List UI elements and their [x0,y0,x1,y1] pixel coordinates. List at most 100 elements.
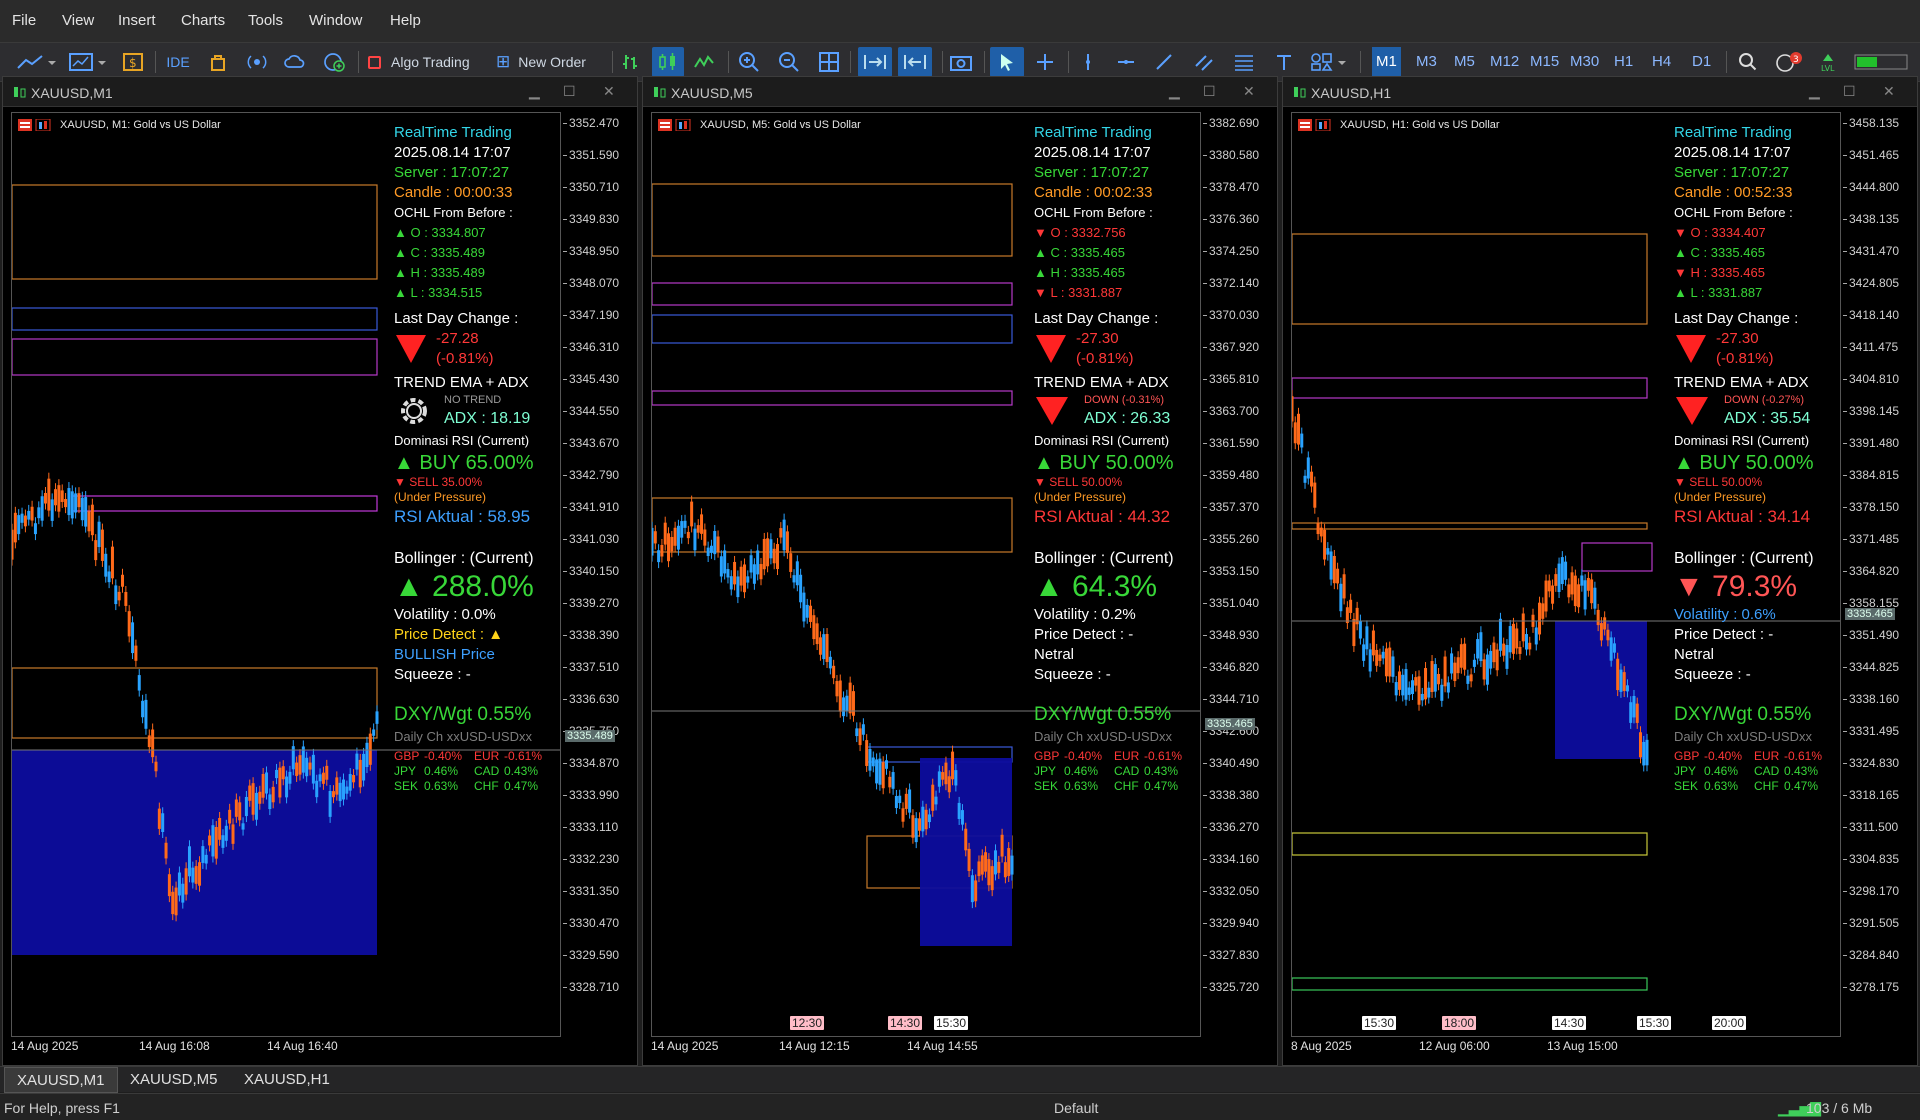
candle [1010,855,1014,875]
algo-trading-button[interactable]: Algo Trading [368,47,508,77]
zoom-in-icon[interactable] [736,47,762,77]
menu-window[interactable]: Window [309,12,362,29]
menu-view[interactable]: View [62,12,94,29]
candle [1000,834,1004,857]
zoom-out-icon[interactable] [776,47,802,77]
line-chart-icon[interactable] [690,47,718,77]
candle [1590,579,1594,604]
timeframe-m3[interactable]: M3 [1412,47,1441,77]
window-titlebar[interactable]: XAUUSD,H1 ▁ ☐ ✕ [1283,77,1917,107]
dollar-icon[interactable]: $ [120,47,146,77]
crosshair-icon[interactable] [1030,47,1060,77]
window-titlebar[interactable]: XAUUSD,M1 ▁ ☐ ✕ [3,77,637,107]
vertical-line-icon[interactable] [1074,47,1102,77]
bar-chart-icon[interactable] [618,47,644,77]
menu-help[interactable]: Help [390,12,421,29]
close-icon[interactable]: ✕ [1243,83,1255,100]
chart-shift-icon[interactable] [898,47,932,77]
chart-type-icon[interactable] [14,47,58,77]
signal-strength-icon: LVL [1814,47,1842,77]
price-tick: 3324.830 [1842,756,1900,770]
maximize-icon[interactable]: ☐ [563,83,576,100]
time-label: 13 Aug 15:00 [1547,1039,1618,1053]
timeframe-m15[interactable]: M15 [1526,47,1563,77]
timeframe-d1[interactable]: D1 [1688,47,1715,77]
menu-charts[interactable]: Charts [181,12,225,29]
menu-file[interactable]: File [12,12,36,29]
last-day-title: Last Day Change : [1674,310,1799,327]
price-axis[interactable]: 3382.690 3380.580 3378.470 3376.360 3374.250… [1202,112,1265,1037]
menu-insert[interactable]: Insert [118,12,156,29]
cursor-icon[interactable] [990,47,1024,77]
candle [1580,575,1584,586]
autoscroll-icon[interactable] [858,47,892,77]
close-icon[interactable]: ✕ [1883,83,1895,100]
timeframe-m5[interactable]: M5 [1450,47,1479,77]
candle [1554,574,1558,586]
trendline-icon[interactable] [1150,47,1178,77]
indicators-icon[interactable] [66,47,110,77]
tab-xauusd-h1[interactable]: XAUUSD,H1 [232,1067,342,1093]
candle [653,531,657,544]
timeframe-m1[interactable]: M1 [1372,47,1401,77]
text-tool-icon[interactable] [1270,47,1298,77]
chart-area[interactable]: XAUUSD, M5: Gold vs US Dollar RealTime T… [651,112,1201,1037]
timeframe-h4[interactable]: H4 [1648,47,1675,77]
messages-icon[interactable]: 3 [1772,47,1806,77]
tile-windows-icon[interactable] [816,47,842,77]
session-time-label: 15:30 [934,1016,969,1030]
candle [1375,649,1379,666]
chart-area[interactable]: XAUUSD, H1: Gold vs US Dollar RealTime T… [1291,112,1841,1037]
chart-area[interactable]: XAUUSD, M1: Gold vs US Dollar RealTime T… [11,112,561,1037]
fx-row: GBP -0.40% EUR -0.61% [1674,749,1823,763]
timeframe-h1[interactable]: H1 [1610,47,1637,77]
chart-window-m1[interactable]: XAUUSD,M1 ▁ ☐ ✕ XAUUSD, M1: Gold vs US D… [2,76,638,1066]
timeframe-m30[interactable]: M30 [1566,47,1603,77]
price-axis[interactable]: 3458.135 3451.465 3444.800 3438.135 3431.470… [1842,112,1905,1037]
candle [174,887,178,916]
screenshot-icon[interactable] [946,47,976,77]
dxy-weight: DXY/Wgt 0.55% [1034,704,1172,725]
chart-window-h1[interactable]: XAUUSD,H1 ▁ ☐ ✕ XAUUSD, H1: Gold vs US D… [1282,76,1918,1066]
search-icon[interactable] [1734,47,1762,77]
price-tick: 3329.940 [1202,916,1260,930]
market-icon[interactable] [205,47,231,77]
price-tick: 3330.470 [562,916,620,930]
candle [13,512,17,543]
candle [117,591,121,601]
price-axis[interactable]: 3352.470 3351.590 3350.710 3349.830 3348.950… [562,112,625,1037]
maximize-icon[interactable]: ☐ [1843,83,1856,100]
close-icon[interactable]: ✕ [603,83,615,100]
candle [769,539,773,559]
price-tick: 3355.260 [1202,532,1260,546]
tab-xauusd-m1[interactable]: XAUUSD,M1 [4,1067,118,1093]
cloud-icon[interactable] [282,47,308,77]
candle [1326,548,1330,555]
channel-icon[interactable] [1190,47,1218,77]
info-panel: RealTime Trading 2025.08.14 17:07 Server… [1034,123,1200,794]
minimize-icon[interactable]: ▁ [1809,83,1820,100]
new-order-button[interactable]: ⊞ New Order [496,47,606,77]
vps-icon[interactable] [320,47,348,77]
price-tick: 3424.805 [1842,276,1900,290]
fibonacci-icon[interactable] [1230,47,1258,77]
candle [1593,587,1597,609]
chart-window-m5[interactable]: XAUUSD,M5 ▁ ☐ ✕ XAUUSD, M5: Gold vs US D… [642,76,1278,1066]
window-titlebar[interactable]: XAUUSD,M5 ▁ ☐ ✕ [643,77,1277,107]
horizontal-line-icon[interactable] [1112,47,1140,77]
candles-icon[interactable] [652,47,684,77]
timeframe-m12[interactable]: M12 [1486,47,1523,77]
price-tick: 3334.160 [1202,852,1260,866]
candle [1323,529,1327,560]
ide-button[interactable]: IDE [164,47,192,77]
signals-icon[interactable] [244,47,270,77]
shapes-icon[interactable] [1308,47,1352,77]
minimize-icon[interactable]: ▁ [529,83,540,100]
current-price-label: 3335.465 [1205,718,1255,730]
tab-xauusd-m5[interactable]: XAUUSD,M5 [118,1067,230,1093]
candle [144,699,148,729]
menu-tools[interactable]: Tools [248,12,283,29]
minimize-icon[interactable]: ▁ [1169,83,1180,100]
maximize-icon[interactable]: ☐ [1203,83,1216,100]
candle [358,759,362,788]
